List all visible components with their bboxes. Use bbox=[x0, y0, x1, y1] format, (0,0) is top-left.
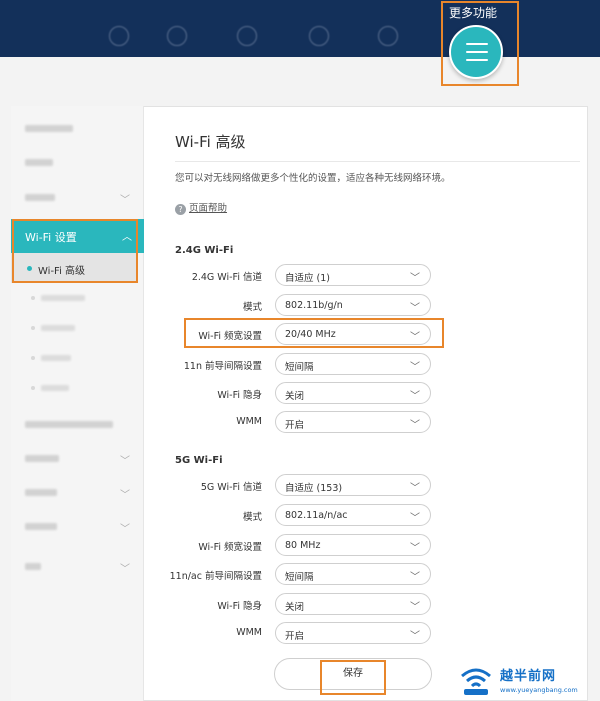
wmm-5g-select[interactable]: 开启 ﹀ bbox=[275, 622, 431, 644]
select-value: 开启 bbox=[285, 631, 305, 642]
nav-item-4[interactable] bbox=[297, 10, 341, 46]
guard-interval-5g-select[interactable]: 短间隔 ﹀ bbox=[275, 563, 431, 585]
chevron-down-icon: ﹀ bbox=[410, 362, 420, 373]
highlight-more-functions bbox=[441, 1, 519, 86]
guard-interval-24g-select[interactable]: 短间隔 ﹀ bbox=[275, 353, 431, 375]
select-value: 短间隔 bbox=[285, 572, 314, 583]
question-icon: ? bbox=[175, 204, 186, 215]
chevron-down-icon: ﹀ bbox=[120, 490, 130, 501]
content-area: Wi-Fi 高级 您可以对无线网络做更多个性化的设置，适应各种无线网络环境。 ?… bbox=[145, 106, 588, 701]
chevron-down-icon: ﹀ bbox=[410, 513, 420, 524]
wmm-24g-select[interactable]: 开启 ﹀ bbox=[275, 411, 431, 433]
setting-label: 模式 bbox=[242, 302, 262, 313]
chevron-down-icon: ﹀ bbox=[120, 524, 130, 535]
chevron-down-icon: ﹀ bbox=[410, 420, 420, 431]
nav-item-2[interactable] bbox=[155, 10, 199, 46]
page-description: 您可以对无线网络做更多个性化的设置，适应各种无线网络环境。 bbox=[175, 173, 451, 184]
watermark-name: 越半前网 bbox=[500, 669, 557, 684]
select-value: 80 MHz bbox=[285, 540, 321, 551]
setting-label: 5G Wi-Fi 信道 bbox=[200, 482, 262, 493]
title-divider bbox=[175, 161, 580, 162]
setting-row: 11n/ac 前导间隔设置 短间隔 ﹀ bbox=[145, 563, 588, 585]
setting-row: Wi-Fi 隐身 关闭 ﹀ bbox=[145, 382, 588, 404]
chevron-down-icon: ﹀ bbox=[410, 572, 420, 583]
help-link-text: 页面帮助 bbox=[189, 203, 228, 214]
chevron-down-icon: ﹀ bbox=[120, 564, 130, 575]
setting-row: WMM 开启 ﹀ bbox=[145, 622, 588, 644]
setting-label: WMM bbox=[236, 627, 262, 638]
chevron-down-icon: ﹀ bbox=[410, 602, 420, 613]
user-icon bbox=[378, 26, 398, 46]
sidebar-item-6[interactable]: ﹀ bbox=[11, 478, 144, 508]
chevron-down-icon: ﹀ bbox=[120, 456, 130, 467]
devices-icon bbox=[167, 26, 187, 46]
sidebar-subitem-3[interactable] bbox=[11, 314, 144, 344]
mode-24g-select[interactable]: 802.11b/g/n ﹀ bbox=[275, 294, 431, 316]
setting-row: Wi-Fi 隐身 关闭 ﹀ bbox=[145, 593, 588, 615]
section-heading-5g: 5G Wi-Fi bbox=[175, 455, 223, 466]
select-value: 802.11b/g/n bbox=[285, 300, 343, 311]
highlight-save-button bbox=[320, 660, 386, 695]
setting-row: 模式 802.11a/n/ac ﹀ bbox=[145, 504, 588, 526]
setting-row: WMM 开启 ﹀ bbox=[145, 411, 588, 433]
wifi-logo-icon bbox=[461, 668, 491, 695]
setting-label: Wi-Fi 频宽设置 bbox=[198, 542, 262, 553]
sidebar-item-7[interactable]: ﹀ bbox=[11, 512, 144, 542]
sidebar-item-5[interactable]: ﹀ bbox=[11, 444, 144, 474]
chevron-down-icon: ﹀ bbox=[410, 543, 420, 554]
chevron-down-icon: ﹀ bbox=[410, 273, 420, 284]
highlight-bandwidth-setting bbox=[184, 318, 444, 348]
nav-item-5[interactable] bbox=[366, 10, 410, 46]
sidebar-item-2[interactable] bbox=[11, 148, 144, 178]
chevron-down-icon: ﹀ bbox=[410, 483, 420, 494]
nav-item-1[interactable] bbox=[97, 10, 141, 46]
select-value: 802.11a/n/ac bbox=[285, 510, 348, 521]
select-value: 短间隔 bbox=[285, 362, 314, 373]
chevron-down-icon: ﹀ bbox=[410, 631, 420, 642]
watermark-url: www.yueyangbang.com bbox=[500, 686, 578, 694]
channel-5g-select[interactable]: 自适应 (153) ﹀ bbox=[275, 474, 431, 496]
site-watermark: 越半前网 www.yueyangbang.com bbox=[452, 660, 600, 701]
setting-label: 2.4G Wi-Fi 信道 bbox=[191, 272, 262, 283]
chevron-down-icon: ﹀ bbox=[120, 195, 130, 206]
setting-row: Wi-Fi 频宽设置 80 MHz ﹀ bbox=[145, 534, 588, 556]
select-value: 自适应 (153) bbox=[285, 483, 343, 494]
select-value: 关闭 bbox=[285, 391, 305, 402]
home-icon bbox=[109, 26, 129, 46]
page-title: Wi-Fi 高级 bbox=[175, 133, 246, 151]
setting-row: 11n 前导间隔设置 短间隔 ﹀ bbox=[145, 353, 588, 375]
setting-row: 5G Wi-Fi 信道 自适应 (153) ﹀ bbox=[145, 474, 588, 496]
setting-label: 11n/ac 前导间隔设置 bbox=[169, 571, 262, 582]
nav-item-3[interactable] bbox=[225, 10, 269, 46]
chevron-down-icon: ﹀ bbox=[410, 391, 420, 402]
sidebar-subitem-4[interactable] bbox=[11, 344, 144, 374]
sidebar-subitem-2[interactable] bbox=[11, 284, 144, 314]
select-value: 关闭 bbox=[285, 602, 305, 613]
select-value: 自适应 (1) bbox=[285, 273, 330, 284]
setting-label: 11n 前导间隔设置 bbox=[183, 361, 262, 372]
sidebar-item-1[interactable] bbox=[11, 114, 144, 144]
setting-row: 2.4G Wi-Fi 信道 自适应 (1) ﹀ bbox=[145, 264, 588, 286]
highlight-sidebar bbox=[12, 219, 138, 283]
help-link[interactable]: ? 页面帮助 bbox=[175, 200, 227, 215]
select-value: 开启 bbox=[285, 420, 305, 431]
setting-label: WMM bbox=[236, 416, 262, 427]
hidden-24g-select[interactable]: 关闭 ﹀ bbox=[275, 382, 431, 404]
sidebar-item-3[interactable]: ﹀ bbox=[11, 183, 144, 213]
sidebar-item-4[interactable] bbox=[11, 410, 144, 440]
chevron-down-icon: ﹀ bbox=[410, 303, 420, 314]
settings-icon bbox=[309, 26, 329, 46]
bandwidth-5g-select[interactable]: 80 MHz ﹀ bbox=[275, 534, 431, 556]
wifi-icon bbox=[237, 26, 257, 46]
hidden-5g-select[interactable]: 关闭 ﹀ bbox=[275, 593, 431, 615]
setting-label: 模式 bbox=[242, 512, 262, 523]
setting-label: Wi-Fi 隐身 bbox=[217, 601, 262, 612]
sidebar-subitem-5[interactable] bbox=[11, 374, 144, 404]
sidebar-item-8[interactable]: ﹀ bbox=[11, 552, 144, 582]
mode-5g-select[interactable]: 802.11a/n/ac ﹀ bbox=[275, 504, 431, 526]
setting-label: Wi-Fi 隐身 bbox=[217, 390, 262, 401]
setting-row: 模式 802.11b/g/n ﹀ bbox=[145, 294, 588, 316]
section-heading-24g: 2.4G Wi-Fi bbox=[175, 245, 234, 256]
channel-24g-select[interactable]: 自适应 (1) ﹀ bbox=[275, 264, 431, 286]
